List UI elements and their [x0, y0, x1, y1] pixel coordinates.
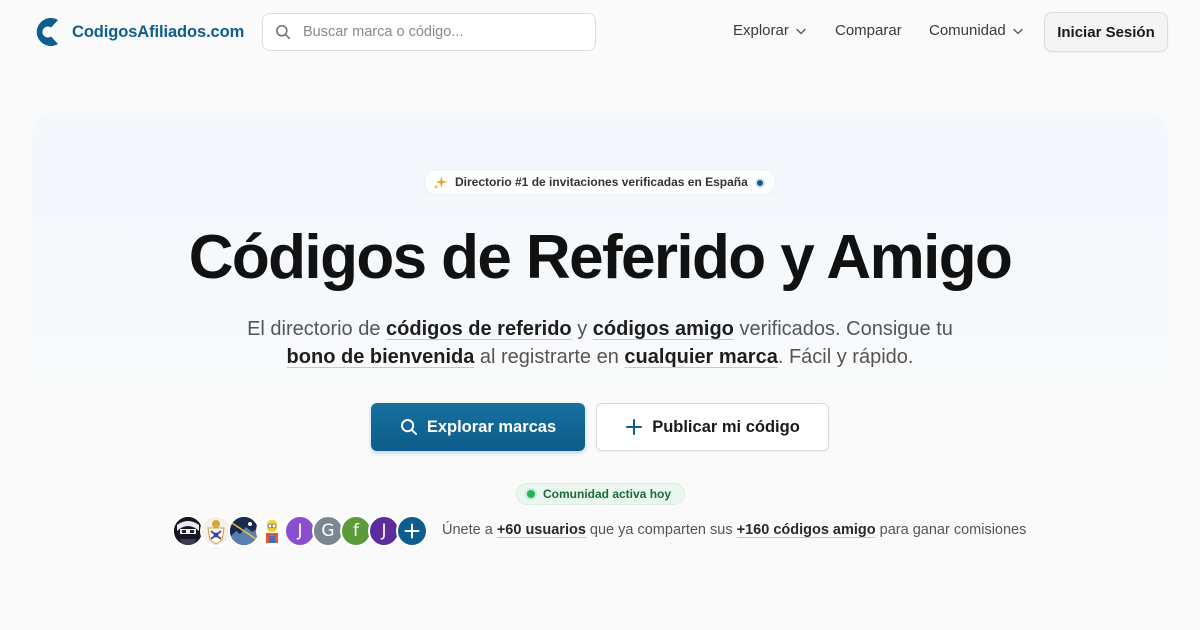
join-text: Únete a [442, 522, 497, 538]
hero-badge-text: Directorio #1 de invitaciones verificada… [455, 175, 748, 189]
hero-title: Códigos de Referido y Amigo [188, 223, 1013, 292]
publish-code-button[interactable]: Publicar mi código [596, 403, 829, 451]
nav-comparar[interactable]: Comparar [835, 22, 902, 39]
chevron-down-icon [1013, 28, 1023, 34]
subtitle-text: al registrarte en [474, 346, 625, 368]
badge-status-dot [755, 178, 765, 188]
avatar-letter: f [353, 521, 359, 541]
community-active-badge: Comunidad activa hoy [516, 483, 685, 505]
anime-avatar-dark-icon [174, 517, 202, 545]
subtitle-text: . Fácil y rápido. [777, 346, 914, 368]
search-box[interactable] [262, 13, 596, 51]
login-button[interactable]: Iniciar Sesión [1044, 12, 1168, 52]
site-header: CodigosAfiliados.com Explorar Comparar C… [0, 0, 1200, 64]
community-active-label: Comunidad activa hoy [543, 487, 672, 501]
night-city-avatar-icon [230, 517, 258, 545]
explore-brands-label: Explorar marcas [426, 417, 557, 436]
link-codes-count[interactable]: +160 códigos amigo [737, 522, 876, 538]
plus-icon [626, 419, 643, 435]
site-logo[interactable]: CodigosAfiliados.com [32, 16, 244, 48]
community-avatars: J G f J [172, 515, 432, 547]
more-users-button[interactable] [396, 515, 428, 547]
join-text: para ganar comisiones [875, 522, 1027, 538]
cartoon-avatar-icon [258, 517, 286, 545]
hero-badge: Directorio #1 de invitaciones verificada… [424, 169, 776, 195]
subtitle-text: El directorio de [247, 318, 387, 340]
nav-explorar[interactable]: Explorar [733, 22, 807, 39]
avatar-letter: J [297, 521, 303, 541]
crest-avatar-icon [202, 517, 230, 545]
logo-icon [36, 18, 58, 46]
nav-comunidad[interactable]: Comunidad [929, 22, 1024, 39]
plus-icon [404, 523, 420, 539]
sparkle-icon [433, 175, 448, 189]
nav-comparar-label: Comparar [835, 22, 902, 39]
publish-code-label: Publicar mi código [652, 417, 800, 436]
link-cualquier-marca[interactable]: cualquier marca [624, 346, 777, 368]
join-text: que ya comparten sus [585, 522, 737, 538]
link-users-count[interactable]: +60 usuarios [497, 522, 586, 538]
search-input[interactable] [303, 24, 583, 40]
subtitle-text: verificados. Consigue tu [733, 318, 953, 340]
hero-subtitle: El directorio de códigos de referido y c… [230, 315, 970, 371]
chevron-down-icon [796, 28, 806, 34]
link-bono-bienvenida[interactable]: bono de bienvenida [287, 346, 475, 368]
nav-comunidad-label: Comunidad [929, 22, 1006, 39]
nav-explorar-label: Explorar [733, 22, 789, 39]
link-codigos-amigo[interactable]: códigos amigo [593, 318, 734, 340]
link-codigos-referido[interactable]: códigos de referido [386, 318, 572, 340]
explore-brands-button[interactable]: Explorar marcas [371, 403, 585, 451]
avatar-letter: J [381, 521, 387, 541]
subtitle-text: y [571, 318, 593, 340]
online-status-dot [527, 490, 535, 498]
community-join-text: Únete a +60 usuarios que ya comparten su… [442, 522, 1026, 538]
search-icon [400, 419, 417, 435]
avatar-letter: G [321, 521, 335, 541]
search-icon [276, 25, 291, 40]
logo-text: CodigosAfiliados.com [72, 22, 245, 41]
